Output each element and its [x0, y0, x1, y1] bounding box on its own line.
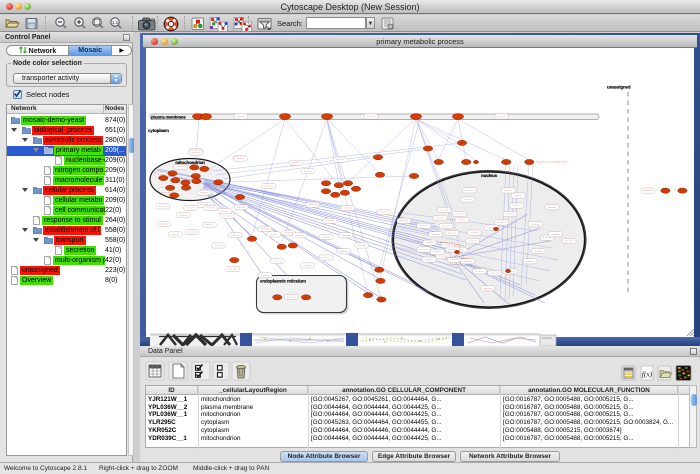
svg-text:cytoplasm: cytoplasm [148, 128, 169, 133]
svg-text:unassigned: unassigned [607, 85, 631, 90]
svg-text:mitochondrion: mitochondrion [175, 160, 205, 165]
svg-text:endoplasmic reticulum: endoplasmic reticulum [260, 279, 306, 284]
svg-text:nucleus: nucleus [481, 173, 498, 178]
svg-text:plasma membrane: plasma membrane [151, 114, 186, 119]
svg-text:1:1: 1:1 [112, 20, 119, 25]
svg-text:f(x): f(x) [642, 370, 653, 379]
